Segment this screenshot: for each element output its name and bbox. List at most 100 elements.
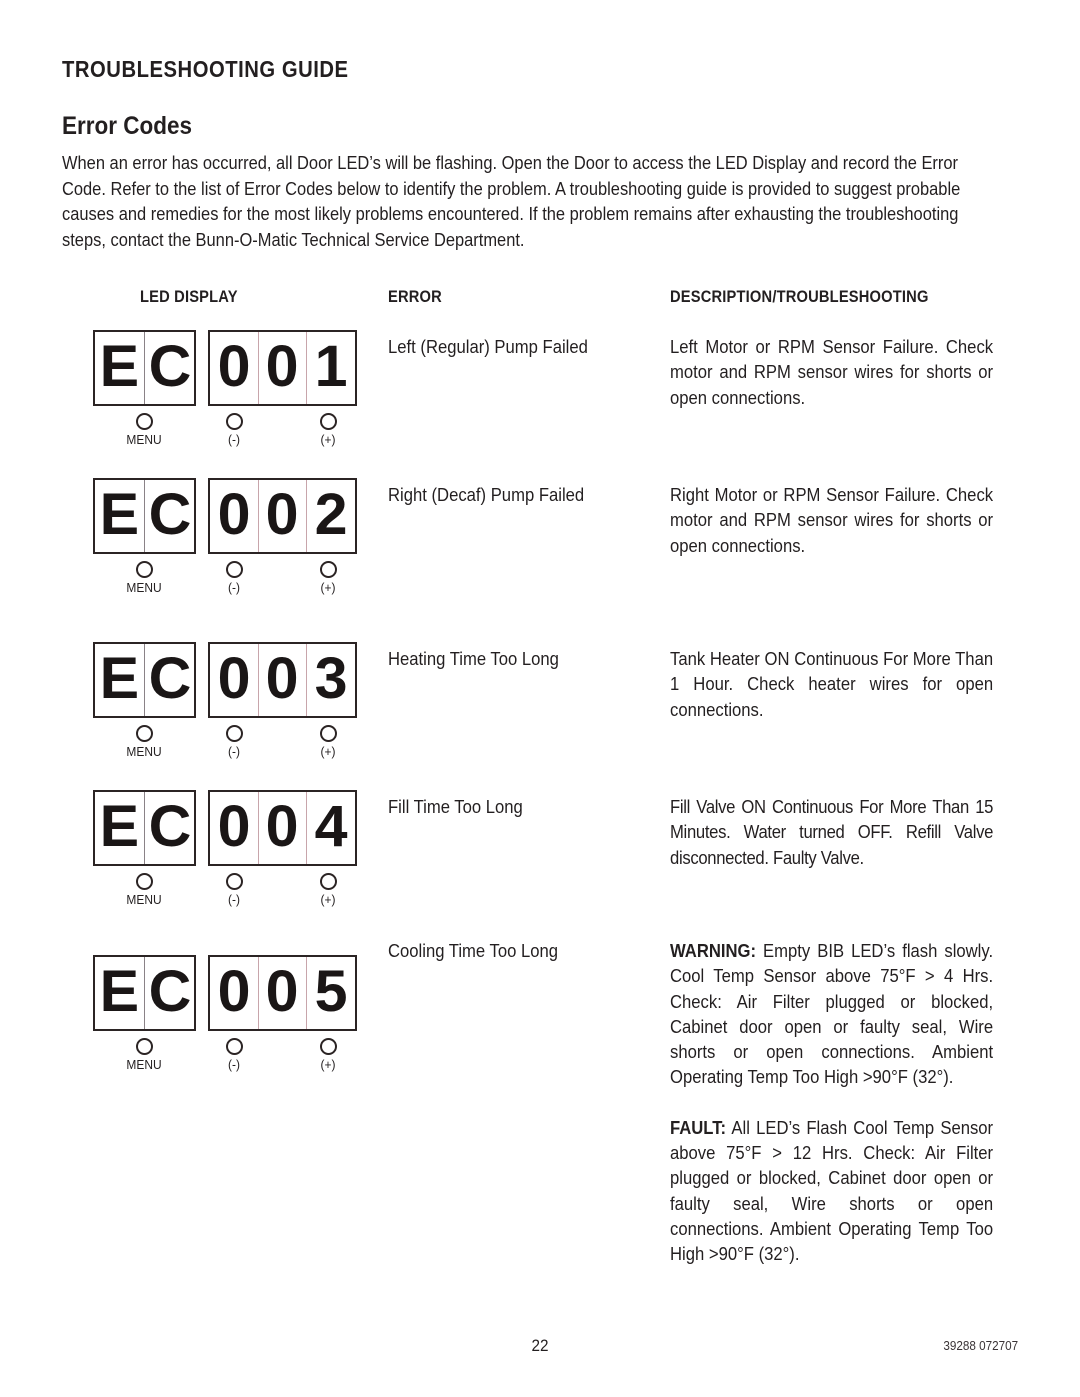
plus-button[interactable]: (+) bbox=[304, 873, 352, 907]
led-cell: C bbox=[144, 792, 194, 864]
led-char: E bbox=[99, 794, 140, 859]
led-char: C bbox=[148, 482, 191, 547]
minus-button-label: (-) bbox=[228, 1057, 240, 1072]
led-button-row: MENU (-) (+) bbox=[93, 561, 357, 609]
minus-button-label: (-) bbox=[228, 892, 240, 907]
minus-button[interactable]: (-) bbox=[210, 725, 258, 759]
led-char: 0 bbox=[217, 646, 251, 711]
plus-button[interactable]: (+) bbox=[304, 561, 352, 595]
minus-button[interactable]: (-) bbox=[210, 1038, 258, 1072]
menu-button[interactable]: MENU bbox=[120, 1038, 168, 1072]
minus-button[interactable]: (-) bbox=[210, 873, 258, 907]
plus-button-label: (+) bbox=[320, 744, 336, 759]
led-digits-group: 0 0 2 bbox=[208, 478, 357, 554]
led-cell: 1 bbox=[306, 332, 355, 404]
plus-button[interactable]: (+) bbox=[304, 1038, 352, 1072]
circle-icon bbox=[225, 561, 243, 578]
column-header-led-display: LED DISPLAY bbox=[140, 288, 238, 306]
led-cell: 2 bbox=[306, 480, 355, 552]
warning-body: Empty BIB LED’s flash slowly. Cool Temp … bbox=[670, 940, 994, 1088]
circle-icon bbox=[225, 873, 243, 890]
error-label: Right (Decaf) Pump Failed bbox=[388, 484, 585, 505]
led-boxes: E C 0 0 3 bbox=[93, 642, 357, 718]
led-button-row: MENU (-) (+) bbox=[93, 725, 357, 773]
led-char: 4 bbox=[314, 794, 348, 859]
led-char: 0 bbox=[266, 334, 299, 399]
led-boxes: E C 0 0 1 bbox=[93, 330, 357, 406]
circle-icon bbox=[319, 561, 337, 578]
led-digits-group: 0 0 1 bbox=[208, 330, 357, 406]
circle-icon bbox=[135, 413, 153, 430]
error-label: Left (Regular) Pump Failed bbox=[388, 336, 588, 357]
led-char: 2 bbox=[314, 482, 348, 547]
description-text: WARNING: Empty BIB LED’s flash slowly. C… bbox=[670, 938, 993, 1267]
led-char: C bbox=[148, 334, 191, 399]
led-button-row: MENU (-) (+) bbox=[93, 873, 357, 921]
menu-button-label: MENU bbox=[126, 1057, 162, 1072]
circle-icon bbox=[319, 873, 337, 890]
warning-label: WARNING: bbox=[670, 940, 757, 961]
circle-icon bbox=[225, 725, 243, 742]
fault-label: FAULT: bbox=[670, 1116, 727, 1138]
menu-button[interactable]: MENU bbox=[120, 725, 168, 759]
circle-icon bbox=[319, 1038, 337, 1055]
circle-icon bbox=[135, 1038, 153, 1055]
menu-button[interactable]: MENU bbox=[120, 561, 168, 595]
plus-button[interactable]: (+) bbox=[304, 413, 352, 447]
led-cell: C bbox=[144, 957, 194, 1029]
led-cell: 0 bbox=[210, 332, 258, 404]
circle-icon bbox=[225, 1038, 243, 1055]
led-char: 0 bbox=[217, 482, 251, 547]
column-header-error: ERROR bbox=[388, 288, 442, 306]
description-text: Right Motor or RPM Sensor Failure. Check… bbox=[670, 484, 994, 556]
led-cell: 0 bbox=[257, 792, 307, 864]
led-cell: 0 bbox=[257, 332, 307, 404]
led-cell: 0 bbox=[210, 480, 258, 552]
menu-button[interactable]: MENU bbox=[120, 873, 168, 907]
led-char: 0 bbox=[266, 794, 299, 859]
warning-block: WARNING: Empty BIB LED’s flash slowly. C… bbox=[670, 938, 993, 1090]
menu-button-label: MENU bbox=[126, 580, 162, 595]
led-char: C bbox=[148, 794, 191, 859]
led-char: 1 bbox=[314, 334, 348, 399]
led-cell: 0 bbox=[210, 644, 258, 716]
led-cell: 0 bbox=[257, 957, 307, 1029]
led-cell: E bbox=[95, 792, 144, 864]
led-cell: 5 bbox=[306, 957, 355, 1029]
led-cell: E bbox=[95, 957, 144, 1029]
led-digits-group: 0 0 3 bbox=[208, 642, 357, 718]
led-display-ec002: E C 0 0 2 MENU (-) (+) bbox=[93, 478, 357, 609]
led-cell: 0 bbox=[257, 644, 307, 716]
led-cell: E bbox=[95, 332, 144, 404]
led-cell: 0 bbox=[257, 480, 307, 552]
led-display-ec004: E C 0 0 4 MENU (-) (+) bbox=[93, 790, 357, 921]
page-title: TROUBLESHOOTING GUIDE bbox=[62, 56, 349, 82]
led-char: 0 bbox=[266, 482, 299, 547]
circle-icon bbox=[135, 873, 153, 890]
error-label: Cooling Time Too Long bbox=[388, 940, 559, 961]
description-text: Tank Heater ON Continuous For More Than … bbox=[670, 648, 994, 720]
page-number: 22 bbox=[531, 1336, 549, 1355]
led-digits-group: 0 0 5 bbox=[208, 955, 357, 1031]
led-char: C bbox=[148, 646, 191, 711]
plus-button-label: (+) bbox=[320, 580, 336, 595]
led-cell: 4 bbox=[306, 792, 355, 864]
column-header-description: DESCRIPTION/TROUBLESHOOTING bbox=[670, 288, 929, 306]
section-heading: Error Codes bbox=[62, 112, 193, 140]
plus-button-label: (+) bbox=[320, 1057, 336, 1072]
document-page: TROUBLESHOOTING GUIDE Error Codes When a… bbox=[0, 0, 1080, 1397]
intro-paragraph: When an error has occurred, all Door LED… bbox=[62, 152, 961, 250]
led-cell: 0 bbox=[210, 792, 258, 864]
menu-button[interactable]: MENU bbox=[120, 413, 168, 447]
led-prefix-group: E C bbox=[93, 790, 196, 866]
led-boxes: E C 0 0 5 bbox=[93, 955, 357, 1031]
menu-button-label: MENU bbox=[126, 744, 162, 759]
minus-button[interactable]: (-) bbox=[210, 413, 258, 447]
plus-button[interactable]: (+) bbox=[304, 725, 352, 759]
minus-button[interactable]: (-) bbox=[210, 561, 258, 595]
led-prefix-group: E C bbox=[93, 642, 196, 718]
error-label: Heating Time Too Long bbox=[388, 648, 559, 669]
led-button-row: MENU (-) (+) bbox=[93, 1038, 357, 1086]
led-cell: C bbox=[144, 644, 194, 716]
document-code: 39288 072707 bbox=[943, 1338, 1018, 1353]
